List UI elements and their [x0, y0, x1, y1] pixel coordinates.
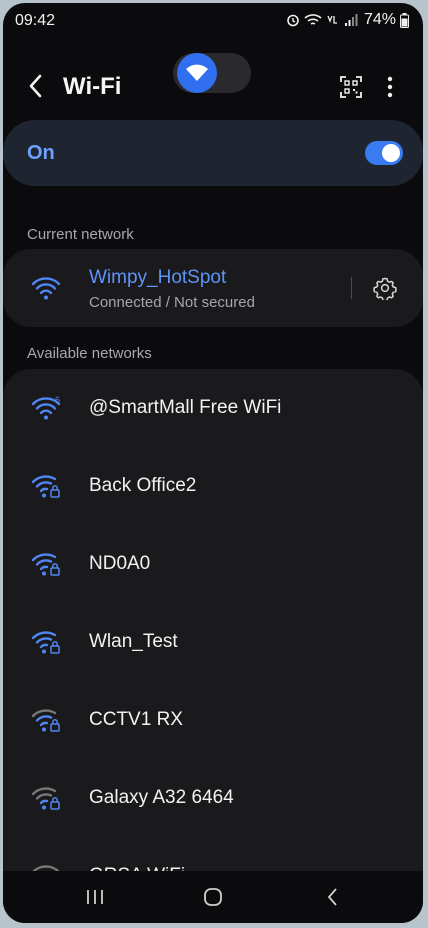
back-icon [29, 74, 42, 98]
wifi-lock-icon [31, 475, 60, 498]
volte-icon [326, 13, 340, 27]
wifi-quick-toggle[interactable] [173, 53, 251, 93]
back-nav-icon [327, 888, 337, 906]
current-network-heading: Current network [27, 226, 134, 243]
status-bar: 09:42 74% [3, 3, 423, 39]
network-name: ND0A0 [89, 553, 151, 574]
network-row[interactable]: Galaxy A32 6464 [3, 759, 423, 837]
network-name: CCTV1 RX [89, 709, 183, 730]
wifi-lock-icon [31, 709, 60, 732]
current-network-status: Connected / Not secured [89, 294, 255, 311]
wifi-lock-icon [31, 631, 60, 654]
more-options-icon [387, 76, 393, 98]
divider [351, 277, 352, 299]
screen: 09:42 74% Wi-Fi On Current network Wimpy… [3, 3, 423, 923]
network-row[interactable]: Back Office2 [3, 447, 423, 525]
svg-text:6: 6 [55, 395, 60, 405]
wifi-lock-icon [31, 787, 60, 810]
app-bar: Wi-Fi [3, 51, 423, 121]
wifi-toggle-icon [186, 64, 208, 81]
network-row[interactable]: Wlan_Test [3, 603, 423, 681]
wifi-switch[interactable] [365, 141, 403, 165]
wifi-status-icon [304, 13, 322, 27]
page-title: Wi-Fi [63, 73, 122, 100]
status-time: 09:42 [15, 12, 56, 29]
network-settings-button[interactable] [373, 276, 397, 302]
alarm-icon [286, 13, 300, 27]
battery-percentage: 74% [363, 11, 396, 28]
home-icon [204, 888, 222, 906]
master-switch-label: On [27, 142, 55, 164]
network-name: Wlan_Test [89, 631, 178, 652]
wifi-6-icon: 6 [31, 395, 61, 420]
available-networks-heading: Available networks [27, 345, 152, 362]
wifi-icon [31, 277, 61, 300]
current-network-card[interactable]: Wimpy_HotSpot Connected / Not secured [3, 249, 423, 327]
qr-code-icon [340, 76, 362, 98]
more-options-button[interactable] [383, 75, 397, 99]
home-button[interactable] [201, 885, 225, 909]
qr-scan-button[interactable] [339, 75, 363, 99]
signal-icon [344, 13, 358, 27]
gear-icon [373, 277, 397, 302]
current-network-name[interactable]: Wimpy_HotSpot [89, 267, 226, 289]
back-button[interactable] [23, 71, 49, 101]
network-row[interactable]: CCTV1 RX [3, 681, 423, 759]
network-name: Back Office2 [89, 475, 197, 496]
battery-icon [400, 12, 409, 28]
recent-apps-icon [87, 890, 103, 904]
wifi-master-switch-row[interactable]: On [3, 120, 423, 186]
network-row[interactable]: 6 @SmartMall Free WiFi [3, 369, 423, 447]
recent-apps-button[interactable] [83, 885, 107, 909]
switch-thumb [382, 144, 400, 162]
network-row[interactable]: ND0A0 [3, 525, 423, 603]
available-networks-list: 6 @SmartMall Free WiFi Back Office2 ND0A… [3, 369, 423, 923]
nav-back-button[interactable] [321, 885, 345, 909]
network-name: Galaxy A32 6464 [89, 787, 234, 808]
status-icons: 74% [286, 11, 409, 29]
navigation-bar [3, 871, 423, 923]
wifi-lock-icon [31, 553, 60, 576]
network-name: @SmartMall Free WiFi [89, 397, 282, 418]
wifi-toggle-knob [177, 53, 217, 93]
